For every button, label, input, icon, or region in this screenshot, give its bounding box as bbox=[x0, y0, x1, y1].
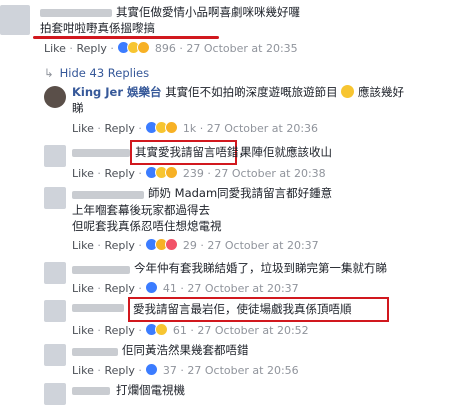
comment-text: 上年嗰套幕後玩家都過得去 bbox=[72, 203, 210, 217]
author-name-blurred[interactable] bbox=[40, 9, 112, 17]
reaction-count[interactable]: 239 bbox=[183, 167, 204, 180]
reply-link[interactable]: Reply bbox=[104, 324, 134, 337]
comment-meta: Like · Reply · 239 · 27 October at 20:38 bbox=[72, 166, 326, 180]
avatar[interactable] bbox=[0, 5, 30, 35]
like-link[interactable]: Like bbox=[72, 239, 94, 252]
comment-text: 果陣佢就應該收山 bbox=[240, 145, 332, 159]
reply-link[interactable]: Reply bbox=[104, 167, 134, 180]
author-name-blurred[interactable] bbox=[72, 387, 110, 395]
avatar[interactable] bbox=[44, 145, 66, 167]
wow-reaction-icon[interactable] bbox=[137, 41, 151, 54]
timestamp[interactable]: 27 October at 20:37 bbox=[207, 239, 318, 252]
comment-text: 打爛個電視機 bbox=[116, 383, 185, 397]
comment-meta: Like · Reply · 37 · 27 October at 20:56 bbox=[72, 363, 299, 377]
comment-meta: Like · Reply · 61 · 27 October at 20:52 bbox=[72, 323, 309, 337]
reply-link[interactable]: Reply bbox=[104, 364, 134, 377]
like-link[interactable]: Like bbox=[72, 324, 94, 337]
highlight-underline bbox=[33, 36, 219, 39]
author-name-blurred[interactable] bbox=[72, 304, 124, 312]
comment-text: 睇 bbox=[72, 101, 84, 115]
reply-link[interactable]: Reply bbox=[104, 122, 134, 135]
wow-reaction-icon[interactable] bbox=[165, 121, 179, 134]
author-name-blurred[interactable] bbox=[72, 191, 144, 199]
comment-text-highlighted: 愛我請留言最岩佢，使徒場戲我真係頂唔順 bbox=[133, 302, 352, 316]
timestamp[interactable]: 27 October at 20:38 bbox=[214, 167, 325, 180]
author-name-blurred[interactable] bbox=[72, 266, 130, 274]
comment-text: 今年仲有套我睇結婚了，垃圾到睇完第一集就冇睇 bbox=[134, 261, 387, 275]
comment-text-tail: 應該幾好 bbox=[358, 85, 404, 99]
comment-line: King Jer 娛樂台 其實佢不如拍啲深度遊嘅旅遊節目 應該幾好 bbox=[72, 85, 404, 100]
like-link[interactable]: Like bbox=[72, 282, 94, 295]
avatar[interactable] bbox=[44, 262, 66, 284]
reply-link[interactable]: Reply bbox=[104, 239, 134, 252]
reaction-count[interactable]: 41 bbox=[163, 282, 177, 295]
love-reaction-icon[interactable] bbox=[165, 238, 179, 251]
grinning-emoji-icon bbox=[341, 85, 355, 98]
comment-meta: Like · Reply · 896 · 27 October at 20:35 bbox=[44, 41, 298, 55]
avatar[interactable] bbox=[44, 383, 66, 405]
comment-text: 佢同黃浩然果幾套都唔錯 bbox=[122, 343, 249, 357]
like-link[interactable]: Like bbox=[72, 364, 94, 377]
hide-replies-toggle[interactable]: ↳ Hide 43 Replies bbox=[44, 66, 149, 80]
comment-meta: Like · Reply · 1k · 27 October at 20:36 bbox=[72, 121, 319, 135]
hide-replies-label[interactable]: Hide 43 Replies bbox=[60, 66, 149, 80]
reaction-count[interactable]: 37 bbox=[163, 364, 177, 377]
reply-link[interactable]: Reply bbox=[76, 42, 106, 55]
timestamp[interactable]: 27 October at 20:35 bbox=[186, 42, 297, 55]
comment-text-highlighted: 拍套咁啦嘢真係搵嚟搞 bbox=[40, 21, 155, 35]
timestamp[interactable]: 27 October at 20:56 bbox=[187, 364, 298, 377]
like-reaction-icon[interactable] bbox=[145, 363, 159, 376]
author-name-blurred[interactable] bbox=[72, 149, 130, 157]
comment-text: 但呢套我真係忍唔住想熄電視 bbox=[72, 219, 222, 233]
comment-meta: Like · Reply · 41 · 27 October at 20:37 bbox=[72, 281, 299, 295]
comment-text-highlighted: 其實愛我請留言唔錯， bbox=[135, 145, 250, 159]
like-link[interactable]: Like bbox=[72, 122, 94, 135]
reply-link[interactable]: Reply bbox=[104, 282, 134, 295]
comment-text: 其實佢不如拍啲深度遊嘅旅遊節目 bbox=[165, 85, 338, 99]
author-name-blurred[interactable] bbox=[72, 348, 118, 356]
reaction-count[interactable]: 61 bbox=[173, 324, 187, 337]
avatar[interactable] bbox=[44, 187, 66, 209]
comment-meta: Like · Reply · 29 · 27 October at 20:37 bbox=[72, 238, 319, 252]
timestamp[interactable]: 27 October at 20:37 bbox=[187, 282, 298, 295]
like-link[interactable]: Like bbox=[72, 167, 94, 180]
like-reaction-icon[interactable] bbox=[145, 281, 159, 294]
like-link[interactable]: Like bbox=[44, 42, 66, 55]
reaction-count[interactable]: 29 bbox=[183, 239, 197, 252]
reaction-count[interactable]: 896 bbox=[155, 42, 176, 55]
avatar[interactable] bbox=[44, 344, 66, 366]
haha-reaction-icon[interactable] bbox=[155, 323, 169, 336]
timestamp[interactable]: 27 October at 20:36 bbox=[207, 122, 318, 135]
reaction-count[interactable]: 1k bbox=[183, 122, 196, 135]
wow-reaction-icon[interactable] bbox=[165, 166, 179, 179]
comment-text: 其實佢做愛情小品啊喜劇咪咪幾好囉 bbox=[116, 5, 300, 19]
avatar[interactable] bbox=[44, 86, 66, 108]
reply-arrow-icon: ↳ bbox=[44, 66, 54, 80]
avatar[interactable] bbox=[44, 300, 66, 322]
author-name[interactable]: King Jer 娛樂台 bbox=[72, 85, 162, 99]
timestamp[interactable]: 27 October at 20:52 bbox=[197, 324, 308, 337]
comment-text: 師奶 Madam同愛我請留言都好鍾意 bbox=[148, 186, 333, 200]
